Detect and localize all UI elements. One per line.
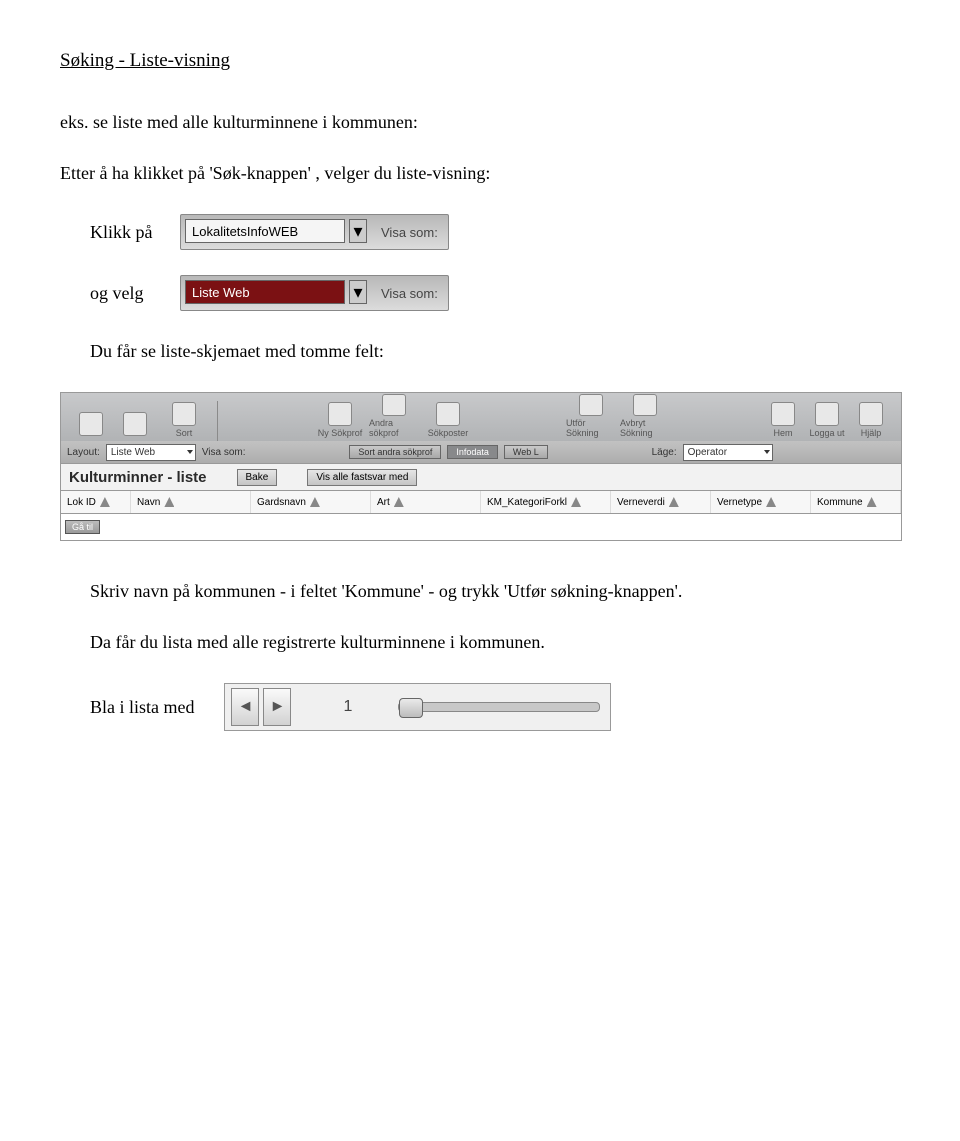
pager-prev-toolbar[interactable] <box>71 394 111 441</box>
table-body: Gå til <box>61 514 901 540</box>
col-lokid[interactable]: Lok ID <box>61 491 131 513</box>
lage-dropdown[interactable]: Operator <box>683 444 773 461</box>
label-ogvelg: og velg <box>90 283 160 304</box>
ny-sokprof-button[interactable]: Ny Sökprof <box>315 394 365 441</box>
utfor-sokning-button[interactable]: Utför Sökning <box>566 394 616 441</box>
list-icon <box>172 402 196 426</box>
pager-slider-thumb[interactable] <box>399 698 423 718</box>
paragraph-2: Etter å ha klikket på 'Søk-knappen' , ve… <box>60 163 900 184</box>
sort-icon <box>100 497 110 507</box>
paragraph-1: eks. se liste med alle kulturminnene i k… <box>60 112 900 133</box>
col-vernetype[interactable]: Vernetype <box>711 491 811 513</box>
tab-web-l[interactable]: Web L <box>504 445 548 459</box>
logout-icon <box>815 402 839 426</box>
pager-next-button[interactable]: ► <box>263 688 291 726</box>
chevron-down-icon[interactable]: ▾ <box>349 219 367 243</box>
sort-icon <box>571 497 581 507</box>
sort-icon <box>766 497 776 507</box>
col-kommune[interactable]: Kommune <box>811 491 901 513</box>
pager-row: Bla i lista med ◄ ► 1 <box>90 683 900 731</box>
andra-sokprof-button[interactable]: Andra sökprof <box>369 394 419 441</box>
logga-ut-button[interactable]: Logga ut <box>807 394 847 441</box>
col-navn[interactable]: Navn <box>131 491 251 513</box>
layout-dropdown[interactable]: Liste Web <box>106 444 196 461</box>
pager-widget: ◄ ► 1 <box>224 683 611 731</box>
col-verneverdi[interactable]: Verneverdi <box>611 491 711 513</box>
pager-next-toolbar[interactable] <box>115 394 155 441</box>
lage-label: Läge: <box>652 447 677 458</box>
sort-icon <box>310 497 320 507</box>
hem-button[interactable]: Hem <box>763 394 803 441</box>
col-kategori[interactable]: KM_KategoriForkl <box>481 491 611 513</box>
app-screenshot: Sort Ny Sökprof Andra sökprof Sökposter … <box>60 392 902 541</box>
sort-icon <box>164 497 174 507</box>
sort-icon <box>669 497 679 507</box>
label-bla: Bla i lista med <box>90 697 194 718</box>
col-art[interactable]: Art <box>371 491 481 513</box>
dropdown-field-lokalitets[interactable]: LokalitetsInfoWEB <box>185 219 345 243</box>
hjalp-button[interactable]: Hjälp <box>851 394 891 441</box>
content-title: Kulturminner - liste <box>69 469 207 486</box>
dropdown-listeweb: Liste Web ▾ Visa som: <box>180 275 449 311</box>
status-go-til[interactable]: Gå til <box>65 520 100 534</box>
sokposter-button[interactable]: Sökposter <box>423 394 473 441</box>
label-klikk: Klikk på <box>90 222 160 243</box>
edit-icon <box>382 394 406 416</box>
tab-sort-andra[interactable]: Sort andra sökprof <box>349 445 441 459</box>
pager-slider[interactable] <box>398 702 600 712</box>
visa-som-label-1: Visa som: <box>371 215 448 249</box>
visa-label: Visa som: <box>202 447 246 458</box>
layout-label: Layout: <box>67 447 100 458</box>
dropdown-field-listeweb[interactable]: Liste Web <box>185 280 345 304</box>
pager-prev-button[interactable]: ◄ <box>231 688 259 726</box>
sort-icon <box>394 497 404 507</box>
avbryt-sokning-button[interactable]: Avbryt Sökning <box>620 394 670 441</box>
bake-button[interactable]: Bake <box>237 469 278 486</box>
paragraph-5: Da får du lista med alle registrerte kul… <box>90 632 900 653</box>
plus-icon <box>328 402 352 426</box>
cancel-icon <box>633 394 657 416</box>
dropdown-lokalitets: LokalitetsInfoWEB ▾ Visa som: <box>180 214 449 250</box>
layout-row: Layout: Liste Web Visa som: Sort andra s… <box>61 441 901 463</box>
help-icon <box>859 402 883 426</box>
vis-alle-button[interactable]: Vis alle fastsvar med <box>307 469 417 486</box>
page-title: Søking - Liste-visning <box>60 50 900 72</box>
visa-som-label-2: Visa som: <box>371 276 448 310</box>
sort-icon <box>867 497 877 507</box>
chevron-down-icon[interactable]: ▾ <box>349 280 367 304</box>
search-icon <box>579 394 603 416</box>
sort-button[interactable]: Sort <box>159 394 209 441</box>
pager-page-number: 1 <box>293 698 392 716</box>
row-klikk-paa: Klikk på LokalitetsInfoWEB ▾ Visa som: <box>90 214 900 250</box>
table-headers: Lok ID Navn Gardsnavn Art KM_KategoriFor… <box>61 491 901 514</box>
paragraph-4: Skriv navn på kommunen - i feltet 'Kommu… <box>90 581 900 602</box>
content-titlebar: Kulturminner - liste Bake Vis alle fasts… <box>61 463 901 491</box>
tab-infodata[interactable]: Infodata <box>447 445 498 459</box>
arrow-left-icon <box>79 412 103 436</box>
row-og-velg: og velg Liste Web ▾ Visa som: <box>90 275 900 311</box>
records-icon <box>436 402 460 426</box>
col-gardsnavn[interactable]: Gardsnavn <box>251 491 371 513</box>
paragraph-3: Du får se liste-skjemaet med tomme felt: <box>90 341 900 362</box>
home-icon <box>771 402 795 426</box>
main-toolbar: Sort Ny Sökprof Andra sökprof Sökposter … <box>61 393 901 441</box>
arrow-right-icon <box>123 412 147 436</box>
